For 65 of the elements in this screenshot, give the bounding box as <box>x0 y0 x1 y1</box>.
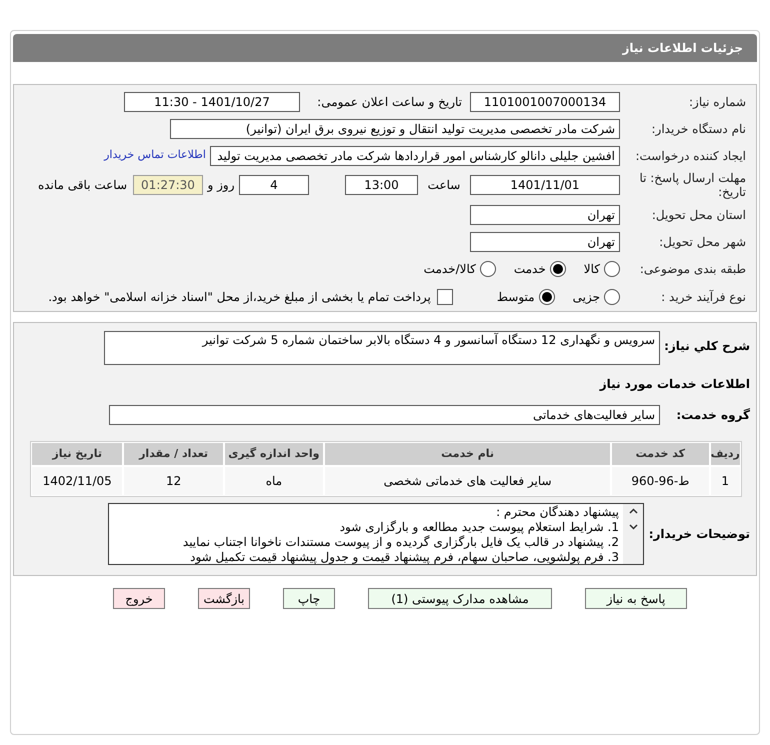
note-line: پیشنهاد دهندگان محترم : <box>496 505 619 520</box>
radio-label: کالا <box>584 261 600 278</box>
field-label: ساعت باقی مانده <box>38 177 127 194</box>
table-cell: 1 <box>710 467 740 495</box>
table-cell: 12 <box>124 467 223 495</box>
action-button[interactable]: بازگشت <box>198 588 250 609</box>
section-heading: اطلاعات خدمات مورد نیاز <box>600 376 751 393</box>
location-field: تهران <box>470 232 620 252</box>
radio-label: کالا/خدمت <box>424 261 476 278</box>
field-label: طبقه بندی موضوعی: <box>638 261 747 278</box>
description-field: سرویس و نگهداری 12 دستگاه آسانسور و 4 دستگاه بالابر ساختمان شماره 5 شرکت توانیر <box>104 331 660 365</box>
buyer-field: شرکت مادر تخصصی مدیریت تولید انتقال و توزیع نیروی برق ایران (توانیر) <box>170 118 620 138</box>
action-button[interactable]: خروج <box>113 588 165 609</box>
field-label: نام دستگاه خریدار: <box>650 120 747 138</box>
need-number-field: 1101001007000134 <box>470 92 620 112</box>
radio-button[interactable] <box>604 289 620 305</box>
field-label: ایجاد کننده درخواست: <box>634 148 747 164</box>
action-button[interactable]: مشاهده مدارک پیوستی (1) <box>368 588 552 609</box>
field-label: شهر محل تحویل: <box>658 234 747 250</box>
scroll-up-icon[interactable] <box>628 508 638 514</box>
column-header: تعداد / مقدار <box>124 443 223 465</box>
table-cell: 1402/11/05 <box>32 467 122 495</box>
column-header: نام خدمت <box>325 443 610 465</box>
radio-button[interactable] <box>480 261 496 277</box>
column-header: ردیف <box>710 443 740 465</box>
column-header: تاریخ نیاز <box>32 443 122 465</box>
field-label: روز و <box>206 177 236 194</box>
field-label: نوع فرآیند خرید : <box>660 289 747 306</box>
action-button[interactable]: چاپ <box>283 588 335 609</box>
remaining-time: 01:27:30 <box>133 175 203 195</box>
note-line: 2. پیشنهاد در قالب یک فایل بارگزاری گردیده و از پیوست مستندات ناخوانا اجتناب نمایید <box>182 535 619 550</box>
days-field: 4 <box>239 175 309 195</box>
payment-note: پرداخت تمام یا بخشی از مبلغ خرید،از محل "اسناد خزانه اسلامی" خواهد بود. <box>48 289 431 306</box>
column-header: واحد اندازه گیری <box>224 443 324 465</box>
contact-link[interactable]: اطلاعات تماس خریدار <box>104 147 206 164</box>
location-field: تهران <box>470 204 620 224</box>
field-label: توضیحات خریدار: <box>648 526 751 543</box>
note-line: 3. فرم پولشویی، صاحبان سهام، فرم پیشنهاد قیمت و جدول پیشنهاد قیمت تکمیل شود <box>190 550 619 565</box>
action-button[interactable]: پاسخ به نیاز <box>585 588 687 609</box>
radio-label: متوسط <box>496 289 535 306</box>
table-cell: سایر فعالیت های خدماتی شخصی <box>325 467 610 495</box>
service-group-field: سایر فعالیت‌های خدماتی <box>109 405 660 425</box>
field-label: تاریخ و ساعت اعلان عمومی: <box>316 94 463 110</box>
table-cell: ماه <box>224 467 324 495</box>
radio-button[interactable] <box>550 261 566 277</box>
scroll-down-icon[interactable] <box>628 524 638 530</box>
requester-field: افشین جلیلی دانالو کارشناس امور قراردادها شرکت مادر تخصصی مدیریت تولید <box>210 146 620 166</box>
table-cell: ط-96-960 <box>612 467 708 495</box>
checkbox[interactable] <box>436 289 453 305</box>
radio-label: جزیی <box>572 289 600 306</box>
announce-date-field: 1401/10/27 - 11:30 <box>124 92 300 112</box>
column-header: کد خدمت <box>612 443 708 465</box>
field-label: گروه خدمت: <box>675 407 751 424</box>
field-label: مهلت ارسال پاسخ: تا تاریخ: <box>638 171 747 199</box>
page-title: جزئیات اطلاعات نیاز <box>622 40 743 57</box>
radio-button[interactable] <box>604 261 620 277</box>
time-field: 13:00 <box>345 175 418 195</box>
field-label: ساعت <box>426 177 462 194</box>
date-field: 1401/11/01 <box>470 175 620 195</box>
radio-label: خدمت <box>514 261 546 278</box>
field-label: شرح کلي نياز: <box>663 338 751 355</box>
field-label: استان محل تحویل: <box>650 206 747 224</box>
field-label: شماره نیاز: <box>688 94 747 110</box>
note-line: 1. شرایط استعلام پیوست جدید مطالعه و بارگزاری شود <box>340 520 619 535</box>
radio-button[interactable] <box>538 289 555 305</box>
